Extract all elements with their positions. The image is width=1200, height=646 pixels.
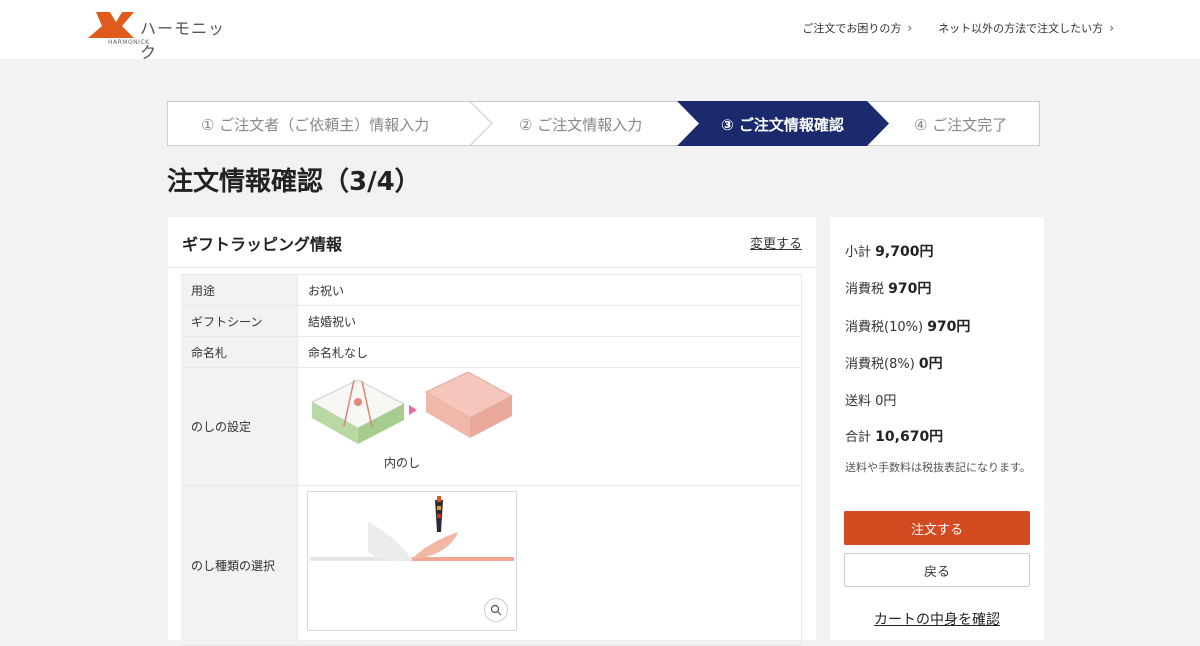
gift-wrapping-panel: ギフトラッピング情報 変更する 用途 お祝い ギフトシーン 結婚祝い 命名札 命… (168, 217, 816, 646)
row-label: のしの設定 (181, 367, 298, 486)
table-row: のしの設定 内のし (181, 367, 802, 486)
shipping-line: 送料 0円 (845, 390, 896, 409)
place-order-button[interactable]: 注文する (844, 511, 1030, 545)
offline-order-link[interactable]: ネット以外の方法で注文したい方 › (938, 20, 1114, 36)
noshi-illustration: 内のし (298, 368, 801, 485)
tax-label: 消費税 (845, 282, 885, 297)
row-label: 命名札 (181, 336, 298, 368)
help-link[interactable]: ご注文でお困りの方 › (802, 20, 912, 36)
tax8-line: 消費税(8%) 0円 (845, 353, 943, 373)
chevron-right-icon: › (907, 21, 913, 35)
zoom-button[interactable] (484, 598, 508, 622)
total-label: 合計 (845, 430, 872, 445)
logo-subtext: HARMONICK (108, 39, 150, 46)
total-value: 10,670円 (875, 429, 944, 445)
row-label: 用途 (181, 274, 298, 306)
noshi-ribbon-image (310, 496, 514, 562)
step-3-active: ③ ご注文情報確認 (721, 116, 844, 134)
noshi-caption: 内のし (384, 456, 421, 470)
step-2: ② ご注文情報入力 (519, 116, 643, 134)
logo-text: ハーモニック (140, 19, 226, 62)
change-link[interactable]: 変更する (750, 233, 802, 252)
tax8-label: 消費税(8%) (845, 357, 915, 372)
tax8-value: 0円 (918, 356, 943, 372)
subtotal-label: 小計 (845, 245, 872, 260)
table-row: 用途 お祝い (181, 274, 802, 306)
back-button[interactable]: 戻る (844, 553, 1030, 587)
subtotal-value: 9,700円 (875, 244, 934, 260)
subtotal-line: 小計 9,700円 (845, 241, 933, 261)
page-title: 注文情報確認（3/4） (167, 167, 421, 197)
order-stepper: ① ご注文者（ご依頼主）情報入力 ② ご注文情報入力 ③ ご注文情報確認 ④ ご… (167, 101, 1040, 146)
harmonick-logo[interactable]: ハーモニック HARMONICK (88, 12, 238, 62)
logo-mark-icon (88, 12, 134, 38)
step-1: ① ご注文者（ご依頼主）情報入力 (201, 116, 430, 134)
row-value: 内のし (297, 367, 802, 486)
help-link-label: ご注文でお困りの方 (802, 22, 902, 35)
tax10-value: 970円 (927, 319, 971, 335)
offline-order-link-label: ネット以外の方法で注文したい方 (938, 22, 1104, 35)
row-value: お祝い (297, 274, 802, 306)
magnifier-icon (490, 604, 502, 616)
row-value: 結婚祝い (297, 305, 802, 337)
site-header: ハーモニック HARMONICK ご注文でお困りの方 › ネット以外の方法で注文… (0, 0, 1200, 62)
pink-arrow-icon (409, 405, 417, 415)
tax10-label: 消費税(10%) (845, 320, 924, 335)
gift-section-title: ギフトラッピング情報 (182, 235, 343, 254)
panel-header: ギフトラッピング情報 変更する (168, 217, 816, 268)
table-row: 命名札 命名札なし (181, 336, 802, 368)
view-cart-link[interactable]: カートの中身を確認 (830, 609, 1044, 629)
noshi-type-preview[interactable] (307, 491, 517, 631)
order-summary: 小計 9,700円 消費税 970円 消費税(10%) 970円 消費税(8%)… (830, 217, 1044, 640)
step-4: ④ ご注文完了 (914, 116, 1008, 134)
shipping-value: 0円 (875, 394, 897, 409)
noshi-box-images (310, 372, 514, 444)
row-label: のし種類の選択 (181, 485, 298, 646)
shipping-label: 送料 (845, 394, 872, 409)
total-line: 合計 10,670円 (845, 426, 943, 446)
tax-value: 970円 (888, 281, 932, 297)
tax10-line: 消費税(10%) 970円 (845, 316, 970, 336)
chevron-right-icon: › (1109, 21, 1114, 35)
header-links: ご注文でお困りの方 › ネット以外の方法で注文したい方 › (802, 20, 1114, 36)
tax-line: 消費税 970円 (845, 278, 931, 298)
table-row: ギフトシーン 結婚祝い (181, 305, 802, 337)
row-label: ギフトシーン (181, 305, 298, 337)
row-value: 命名札なし (297, 336, 802, 368)
tax-note: 送料や手数料は税抜表記になります。 (845, 461, 1031, 474)
